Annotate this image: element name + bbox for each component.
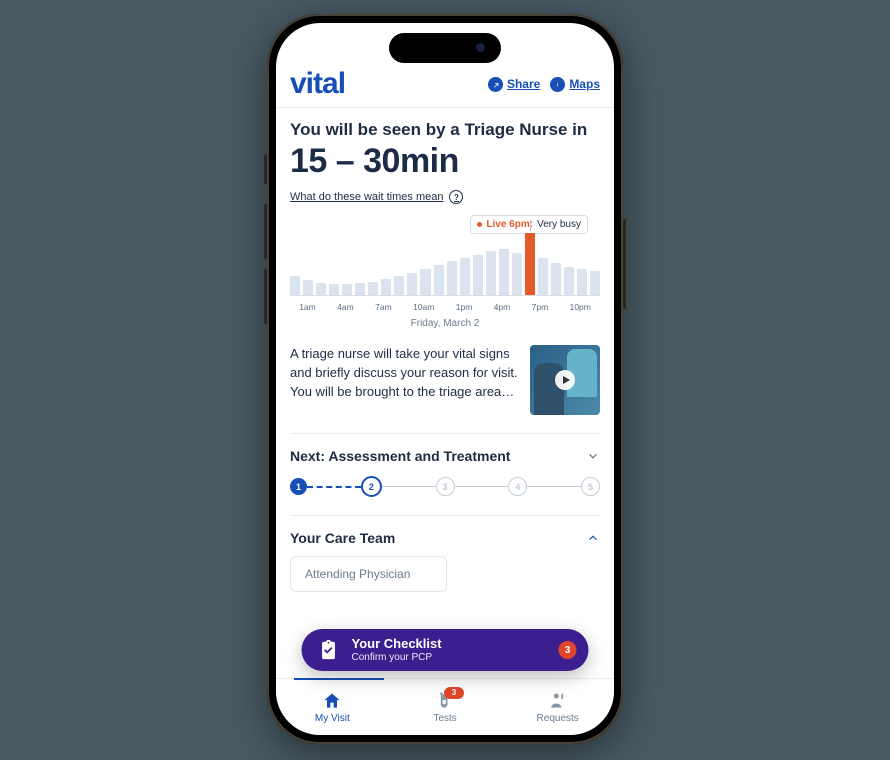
play-icon xyxy=(555,370,575,390)
chevron-up-icon xyxy=(586,531,600,545)
app-header: vital Share Maps xyxy=(276,67,614,107)
live-label: Live 6pm: xyxy=(486,219,533,230)
bar-8am xyxy=(394,276,404,295)
toast-badge: 3 xyxy=(559,641,577,659)
toast-title: Your Checklist xyxy=(352,637,442,651)
share-icon xyxy=(488,77,503,92)
info-icon xyxy=(550,77,565,92)
phone-frame: vital Share Maps xyxy=(267,14,623,744)
next-section-title: Next: Assessment and Treatment xyxy=(290,448,510,464)
checklist-toast[interactable]: Your Checklist Confirm your PCP 3 xyxy=(302,629,589,671)
volume-up xyxy=(264,204,267,259)
clipboard-check-icon xyxy=(316,637,342,663)
person-raised-hand-icon xyxy=(547,691,569,711)
screen: vital Share Maps xyxy=(276,23,614,735)
dynamic-island xyxy=(389,33,501,63)
bar-4am xyxy=(342,284,352,295)
volume-down xyxy=(264,269,267,324)
maps-label: Maps xyxy=(569,77,600,91)
xtick: 7am xyxy=(375,302,392,312)
maps-link[interactable]: Maps xyxy=(550,77,600,92)
wait-time: 15 – 30min xyxy=(290,142,600,181)
bar-5pm xyxy=(512,253,522,295)
video-thumbnail[interactable] xyxy=(530,345,600,415)
live-dot-icon xyxy=(477,222,482,227)
bar-9pm xyxy=(564,267,574,295)
bar-1pm xyxy=(460,258,470,295)
wait-meaning-link[interactable]: What do these wait times mean ? xyxy=(290,190,463,204)
xtick: 1am xyxy=(299,302,316,312)
bar-11pm xyxy=(590,271,600,295)
live-status: Very busy xyxy=(537,219,581,230)
bar-10pm xyxy=(577,269,587,295)
bar-6pm xyxy=(525,233,535,295)
xtick: 10pm xyxy=(570,302,591,312)
bar-5am xyxy=(355,283,365,295)
bar-3pm xyxy=(486,251,496,295)
share-link[interactable]: Share xyxy=(488,77,540,92)
bar-1am xyxy=(303,280,313,295)
care-team-header[interactable]: Your Care Team xyxy=(290,530,600,546)
tab-tests-label: Tests xyxy=(433,713,456,724)
bar-12pm xyxy=(447,261,457,295)
active-tab-indicator xyxy=(294,678,384,680)
bar-2am xyxy=(316,283,326,295)
tab-tests[interactable]: 3 Tests xyxy=(389,679,502,735)
bar-12am xyxy=(290,276,300,295)
tab-requests[interactable]: Requests xyxy=(501,679,614,735)
bar-6am xyxy=(368,282,378,295)
brand-logo: vital xyxy=(290,67,345,101)
bar-11am xyxy=(434,265,444,295)
step-3: 3 xyxy=(436,477,455,496)
home-icon xyxy=(321,691,343,711)
bar-4pm xyxy=(499,249,509,295)
tab-bar: My Visit 3 Tests Requests xyxy=(276,678,614,735)
xtick: 4pm xyxy=(494,302,511,312)
xtick: 7pm xyxy=(532,302,549,312)
xtick: 10am xyxy=(413,302,434,312)
bar-10am xyxy=(420,269,430,295)
bar-2pm xyxy=(473,255,483,295)
chevron-down-icon xyxy=(586,449,600,463)
share-label: Share xyxy=(507,77,540,91)
step-2: 2 xyxy=(361,476,382,497)
step-1: 1 xyxy=(290,478,307,495)
tests-badge: 3 xyxy=(444,687,464,699)
bar-9am xyxy=(407,273,417,295)
power-button xyxy=(623,219,626,309)
chart-date: Friday, March 2 xyxy=(290,318,600,329)
busy-chart: Live 6pm: Very busy ·1am··4am··7am··10am… xyxy=(290,229,600,329)
progress-steps: 1 2 3 4 5 xyxy=(290,476,600,497)
wait-meaning-label: What do these wait times mean xyxy=(290,191,443,203)
xtick: 1pm xyxy=(456,302,473,312)
tab-my-visit[interactable]: My Visit xyxy=(276,679,389,735)
triage-description: A triage nurse will take your vital sign… xyxy=(290,345,520,402)
xtick: 4am xyxy=(337,302,354,312)
tab-my-visit-label: My Visit xyxy=(315,713,350,724)
bar-8pm xyxy=(551,263,561,295)
step-5: 5 xyxy=(581,477,600,496)
step-4: 4 xyxy=(508,477,527,496)
mute-switch xyxy=(264,154,267,184)
toast-subtitle: Confirm your PCP xyxy=(352,652,442,663)
test-tube-icon: 3 xyxy=(434,691,456,711)
next-section-header[interactable]: Next: Assessment and Treatment xyxy=(290,448,600,464)
question-icon: ? xyxy=(449,190,463,204)
bar-7pm xyxy=(538,258,548,295)
bar-7am xyxy=(381,279,391,295)
care-team-tab[interactable]: Attending Physician xyxy=(290,556,447,592)
care-team-title: Your Care Team xyxy=(290,530,395,546)
tab-requests-label: Requests xyxy=(537,713,579,724)
bar-3am xyxy=(329,284,339,295)
lead-text: You will be seen by a Triage Nurse in xyxy=(290,120,600,140)
